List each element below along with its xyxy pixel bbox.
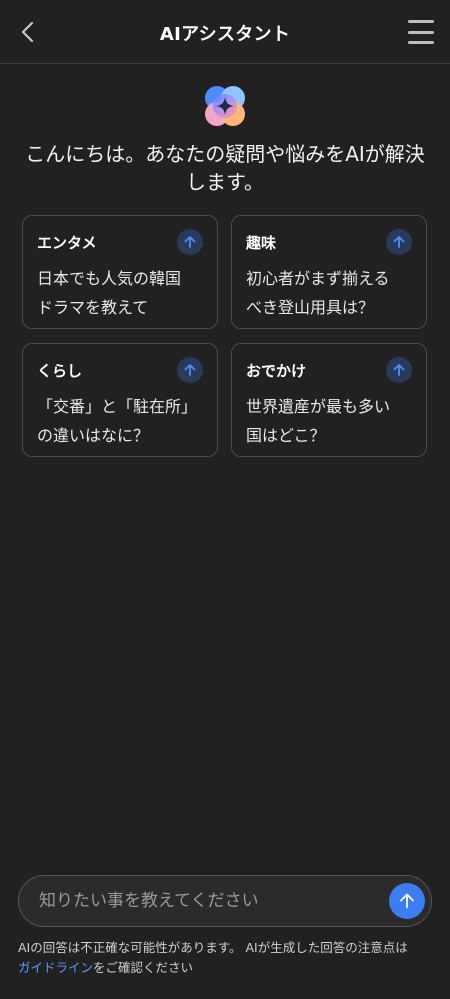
suggestion-card-hobby[interactable]: 趣味 初心者がまず揃える べき登山用具は？: [231, 215, 427, 329]
guideline-link[interactable]: ガイドライン: [18, 960, 93, 975]
send-button[interactable]: [389, 883, 425, 919]
arrow-up-icon: [400, 893, 414, 909]
menu-button[interactable]: [408, 20, 434, 44]
hamburger-menu-icon: [408, 20, 434, 23]
suggestion-card-entertainment[interactable]: エンタメ 日本でも人気の韓国 ドラマを教えて: [22, 215, 218, 329]
card-question: 「交番」と「駐在所」 の違いはなに？: [37, 397, 198, 445]
greeting-line-1: こんにちは。あなたの疑問や悩みをAIが解決: [25, 142, 425, 166]
greeting-line-2: します。: [186, 170, 264, 194]
arrow-up-icon: [177, 357, 203, 383]
card-question: 日本でも人気の韓国 ドラマを教えて: [37, 269, 182, 317]
arrow-up-icon: [386, 229, 412, 255]
page-title: AIアシスタント: [159, 24, 291, 45]
message-input[interactable]: [39, 876, 379, 926]
greeting-text: こんにちは。あなたの疑問や悩みをAIが解決 します。: [20, 140, 430, 196]
disclaimer-line-2: ガイドラインをご確認ください: [18, 960, 194, 975]
ai-assistant-screen: AIアシスタント こんにちは。あなたの疑問や悩みをAIが解決 します。 エンタメ…: [0, 0, 450, 999]
disclaimer-line-1: AIの回答は不正確な可能性があります。 AIが生成した回答の注意点は: [18, 940, 408, 955]
disclaimer-note: AIの回答は不正確な可能性があります。 AIが生成した回答の注意点は ガイドライ…: [18, 938, 436, 978]
arrow-up-icon: [386, 357, 412, 383]
card-question: 世界遺産が最も多い 国はどこ？: [246, 397, 391, 445]
ai-sparkle-logo-icon: [205, 86, 245, 126]
card-question: 初心者がまず揃える べき登山用具は？: [246, 269, 390, 317]
message-input-bar: [18, 875, 432, 927]
suggestion-card-outing[interactable]: おでかけ 世界遺産が最も多い 国はどこ？: [231, 343, 427, 457]
arrow-up-icon: [177, 229, 203, 255]
app-header: AIアシスタント: [0, 0, 450, 64]
suggestion-card-living[interactable]: くらし 「交番」と「駐在所」 の違いはなに？: [22, 343, 218, 457]
